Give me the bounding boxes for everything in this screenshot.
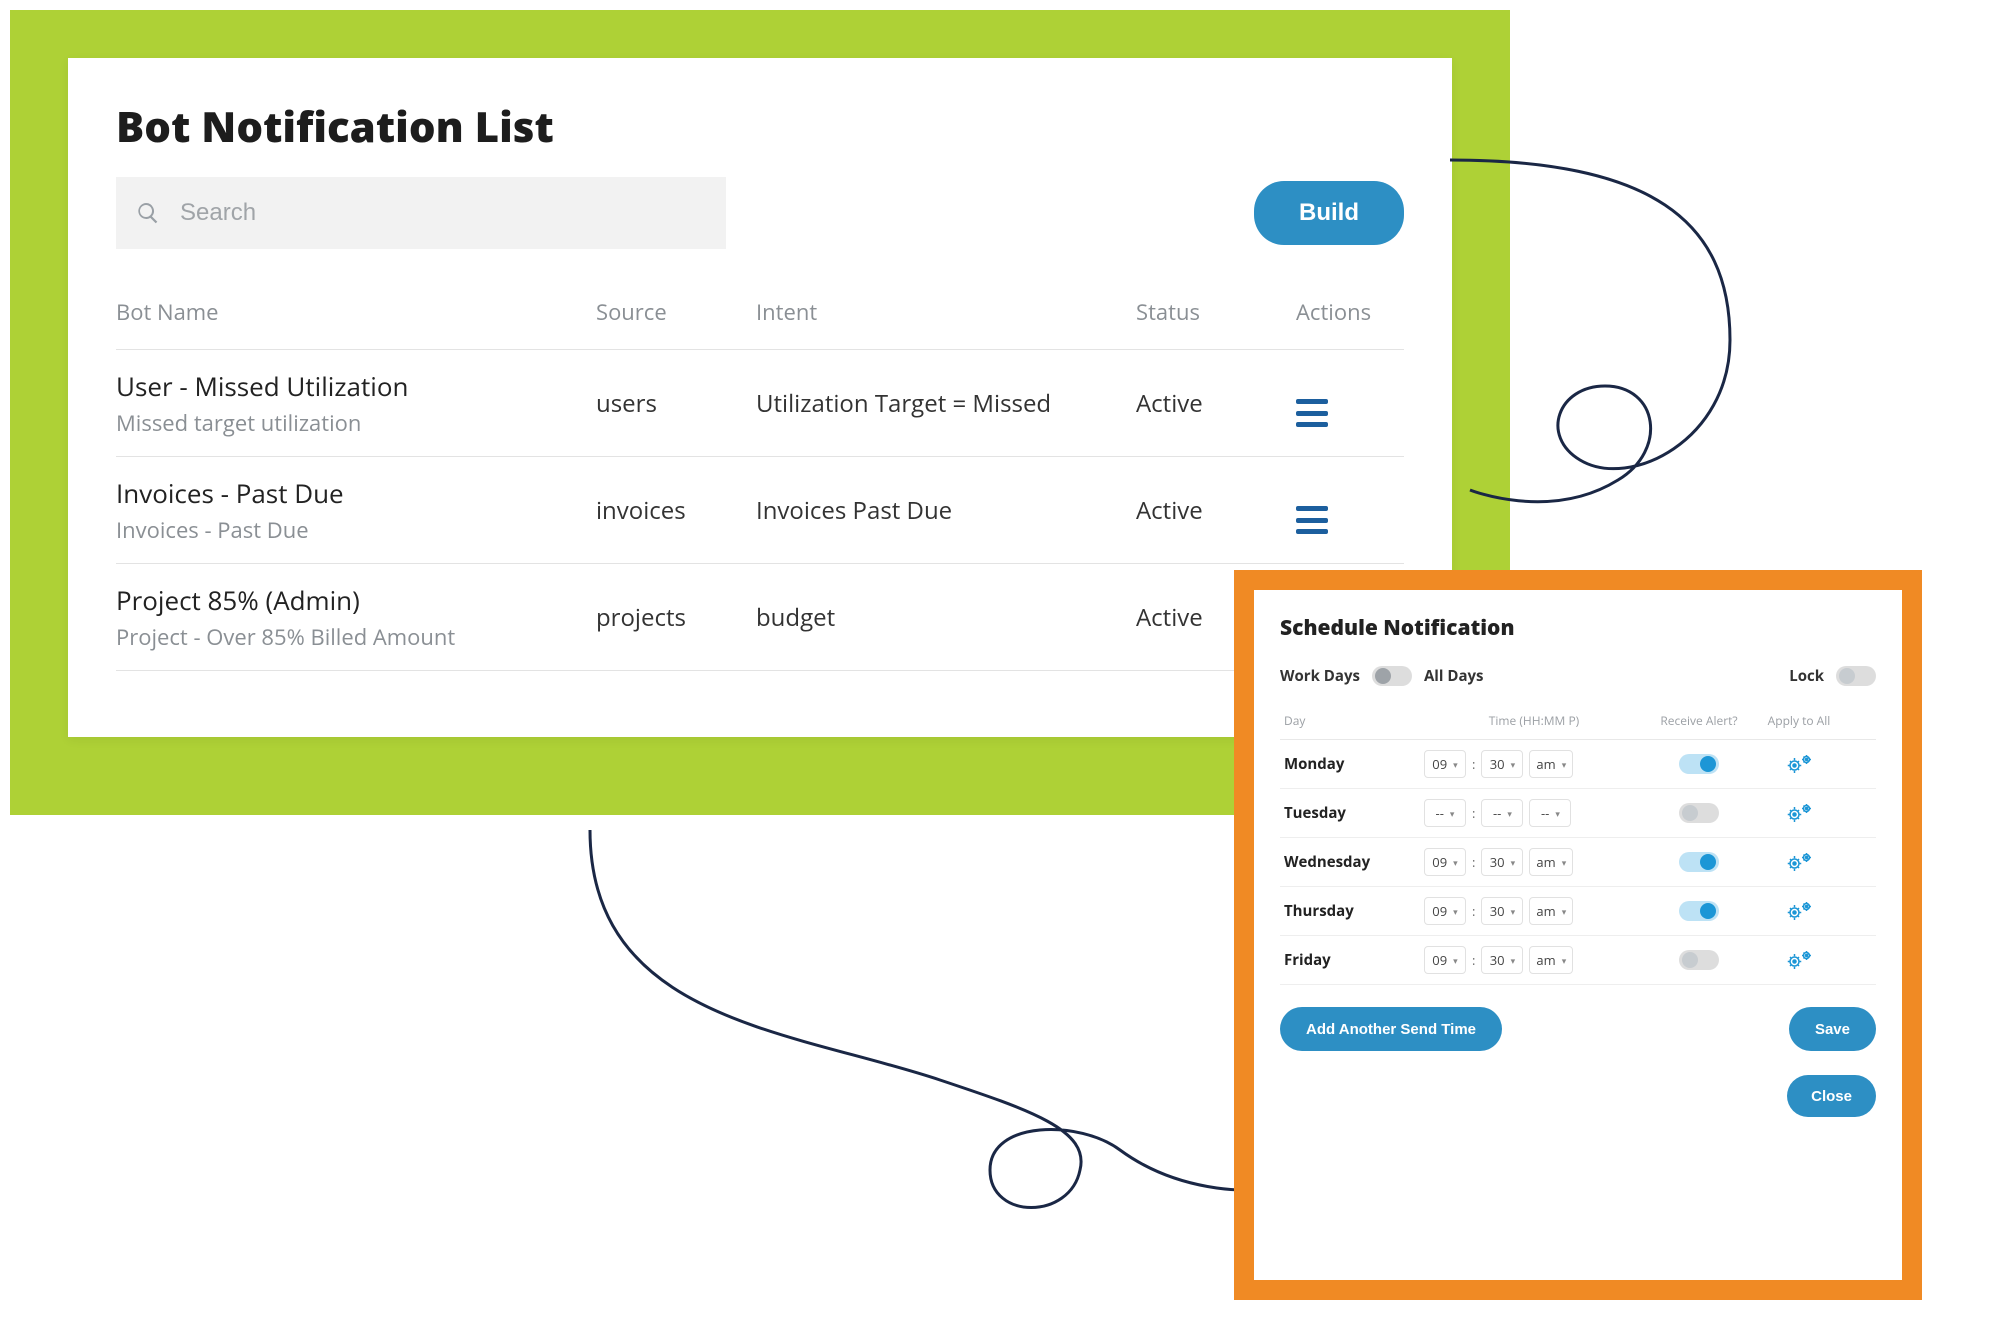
ampm-select[interactable]: am▾ <box>1529 750 1573 778</box>
time-colon: : <box>1472 853 1475 871</box>
schedule-day: Friday <box>1284 950 1424 970</box>
table-row: Invoices - Past Due Invoices - Past Duein… <box>116 457 1404 564</box>
bot-name: Project 85% (Admin) <box>116 582 596 618</box>
days-mode-toggle[interactable] <box>1372 666 1412 686</box>
hour-select[interactable]: 09▾ <box>1424 750 1466 778</box>
bot-name: Invoices - Past Due <box>116 475 596 511</box>
sched-col-time: Time (HH:MM P) <box>1424 712 1644 729</box>
time-colon: : <box>1472 755 1475 773</box>
build-button[interactable]: Build <box>1254 181 1404 245</box>
hour-select[interactable]: --▾ <box>1424 799 1466 827</box>
schedule-panel: Schedule Notification Work Days All Days… <box>1254 590 1902 1280</box>
receive-alert-toggle[interactable] <box>1679 852 1719 872</box>
ampm-select[interactable]: am▾ <box>1529 897 1573 925</box>
receive-alert-toggle[interactable] <box>1679 901 1719 921</box>
minute-select[interactable]: 30▾ <box>1481 750 1523 778</box>
minute-select[interactable]: 30▾ <box>1481 897 1523 925</box>
ampm-select[interactable]: --▾ <box>1529 799 1571 827</box>
bot-source: invoices <box>596 494 756 527</box>
ampm-select[interactable]: am▾ <box>1529 848 1573 876</box>
page-title: Bot Notification List <box>116 98 1404 155</box>
bot-intent: Invoices Past Due <box>756 494 1136 527</box>
close-button[interactable]: Close <box>1787 1075 1876 1117</box>
alldays-label: All Days <box>1424 666 1484 686</box>
search-input[interactable] <box>178 198 706 228</box>
bot-description: Missed target utilization <box>116 408 596 438</box>
bot-source: users <box>596 387 756 420</box>
hour-select[interactable]: 09▾ <box>1424 848 1466 876</box>
table-row: Project 85% (Admin) Project - Over 85% Bi… <box>116 564 1404 671</box>
schedule-row: Thursday09▾:30▾am▾ <box>1280 887 1876 936</box>
bot-table: Bot Name Source Intent Status Actions Us… <box>116 297 1404 671</box>
row-actions-menu-icon[interactable] <box>1296 399 1328 427</box>
sched-col-alert: Receive Alert? <box>1644 712 1754 729</box>
col-status: Status <box>1136 297 1296 327</box>
apply-to-all-button[interactable] <box>1754 900 1844 922</box>
schedule-row: Friday09▾:30▾am▾ <box>1280 936 1876 985</box>
apply-to-all-button[interactable] <box>1754 802 1844 824</box>
time-colon: : <box>1472 902 1475 920</box>
search-field-wrapper[interactable] <box>116 177 726 249</box>
receive-alert-toggle[interactable] <box>1679 754 1719 774</box>
bot-source: projects <box>596 601 756 634</box>
schedule-row: Tuesday--▾:--▾--▾ <box>1280 789 1876 838</box>
workdays-label: Work Days <box>1280 666 1360 686</box>
receive-alert-toggle[interactable] <box>1679 803 1719 823</box>
schedule-row: Monday09▾:30▾am▾ <box>1280 740 1876 789</box>
connector-line-top <box>1430 140 1990 600</box>
orange-decorative-frame: Schedule Notification Work Days All Days… <box>1234 570 1922 1300</box>
connector-line-bottom <box>560 820 1260 1240</box>
schedule-title: Schedule Notification <box>1280 614 1876 642</box>
col-intent: Intent <box>756 297 1136 327</box>
schedule-day: Monday <box>1284 754 1424 774</box>
row-actions-menu-icon[interactable] <box>1296 506 1328 534</box>
schedule-day: Tuesday <box>1284 803 1424 823</box>
schedule-row: Wednesday09▾:30▾am▾ <box>1280 838 1876 887</box>
bot-description: Project - Over 85% Billed Amount <box>116 622 596 652</box>
schedule-day: Thursday <box>1284 901 1424 921</box>
bot-status: Active <box>1136 387 1296 420</box>
bot-description: Invoices - Past Due <box>116 515 596 545</box>
add-send-time-button[interactable]: Add Another Send Time <box>1280 1007 1502 1051</box>
hour-select[interactable]: 09▾ <box>1424 946 1466 974</box>
minute-select[interactable]: --▾ <box>1481 799 1523 827</box>
save-button[interactable]: Save <box>1789 1007 1876 1051</box>
hour-select[interactable]: 09▾ <box>1424 897 1466 925</box>
lock-toggle[interactable] <box>1836 666 1876 686</box>
table-row: User - Missed Utilization Missed target u… <box>116 350 1404 457</box>
sched-col-day: Day <box>1284 712 1424 729</box>
receive-alert-toggle[interactable] <box>1679 950 1719 970</box>
bot-intent: Utilization Target = Missed <box>756 387 1136 420</box>
schedule-day: Wednesday <box>1284 852 1424 872</box>
col-bot-name: Bot Name <box>116 297 596 327</box>
col-source: Source <box>596 297 756 327</box>
time-colon: : <box>1472 951 1475 969</box>
bot-intent: budget <box>756 601 1136 634</box>
apply-to-all-button[interactable] <box>1754 851 1844 873</box>
search-icon <box>136 201 160 225</box>
sched-col-apply: Apply to All <box>1754 712 1844 729</box>
bot-status: Active <box>1136 494 1296 527</box>
minute-select[interactable]: 30▾ <box>1481 848 1523 876</box>
lock-label: Lock <box>1789 666 1824 686</box>
minute-select[interactable]: 30▾ <box>1481 946 1523 974</box>
bot-name: User - Missed Utilization <box>116 368 596 404</box>
apply-to-all-button[interactable] <box>1754 753 1844 775</box>
apply-to-all-button[interactable] <box>1754 949 1844 971</box>
time-colon: : <box>1472 804 1475 822</box>
col-actions: Actions <box>1296 297 1416 327</box>
ampm-select[interactable]: am▾ <box>1529 946 1573 974</box>
